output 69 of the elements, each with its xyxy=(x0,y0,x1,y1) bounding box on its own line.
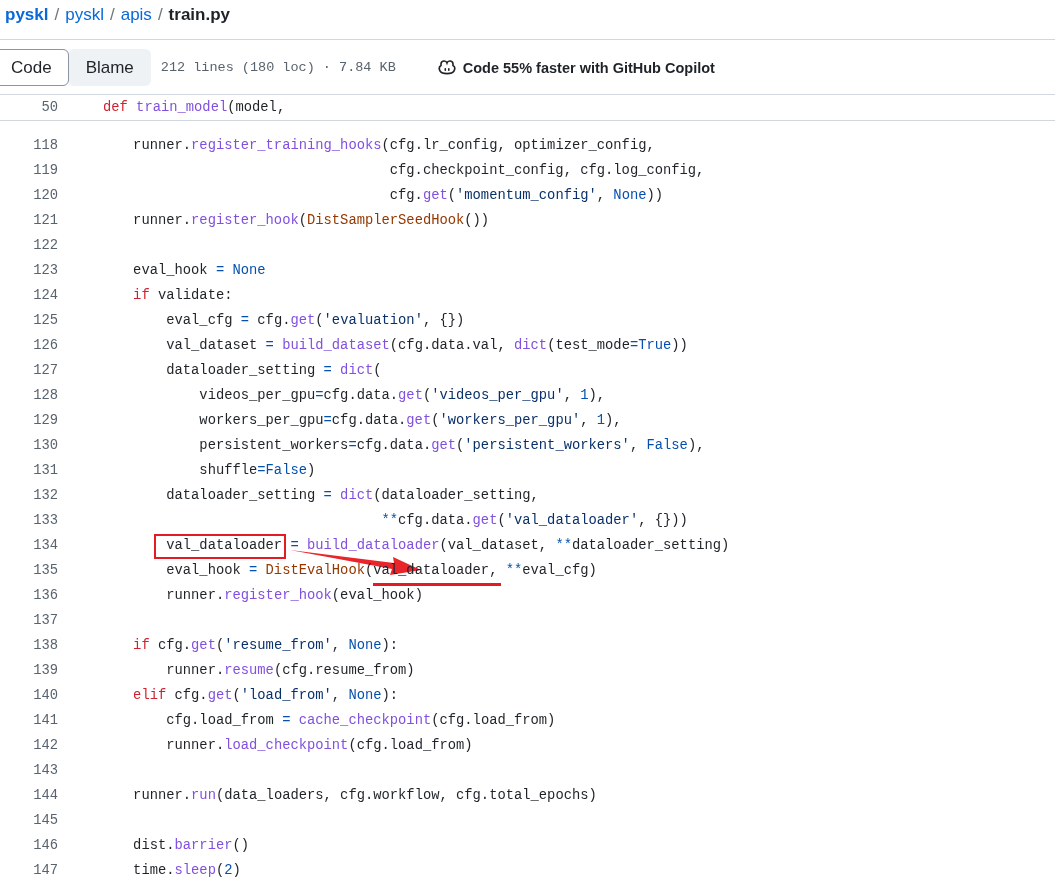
line-number: 139 xyxy=(32,663,58,678)
code-line: **cfg.data.get('val_dataloader', {})) xyxy=(380,513,688,528)
path-separator: / xyxy=(157,4,163,26)
file-name: train.py xyxy=(168,4,230,26)
line-number: 118 xyxy=(32,138,58,153)
copilot-icon xyxy=(437,59,456,76)
code-line: cfg.checkpoint_config, cfg.log_config, xyxy=(388,163,705,178)
code-line: dataloader_setting = dict( xyxy=(165,363,382,378)
line-number: 146 xyxy=(32,838,58,853)
code-line: runner.load_checkpoint(cfg.load_from) xyxy=(165,738,473,753)
line-number: 129 xyxy=(32,413,58,428)
line-number: 145 xyxy=(32,813,58,828)
code-line: persistent_workers=cfg.data.get('persistent_workers', False), xyxy=(198,438,705,453)
code-line: runner.register_training_hooks(cfg.lr_config, optimizer_config, xyxy=(132,138,655,153)
code-line: time.sleep(2) xyxy=(132,863,241,878)
line-number: 134 xyxy=(32,538,58,553)
code-line: shuffle=False) xyxy=(198,463,316,478)
breadcrumb-link[interactable]: pyskl xyxy=(65,2,104,28)
code-line: eval_hook = None xyxy=(132,263,266,278)
view-tab[interactable]: Blame xyxy=(68,49,151,86)
line-number: 125 xyxy=(32,313,58,328)
code-line: dist.barrier() xyxy=(132,838,250,853)
line-number: 128 xyxy=(32,388,58,403)
code-line: if validate: xyxy=(132,288,233,303)
line-number: 142 xyxy=(32,738,58,753)
view-tab[interactable]: Code xyxy=(0,49,69,86)
code-line: def train_model(model, xyxy=(103,100,286,115)
path-separator: / xyxy=(109,4,115,26)
line-number: 127 xyxy=(32,363,58,378)
path-separator: / xyxy=(54,4,60,26)
code-line: elif cfg.get('load_from', None): xyxy=(132,688,399,703)
line-number: 124 xyxy=(32,288,58,303)
line-number: 123 xyxy=(32,263,58,278)
line-number: 137 xyxy=(32,613,58,628)
code-line: videos_per_gpu=cfg.data.get('videos_per_gpu', 1), xyxy=(198,388,606,403)
line-number: 126 xyxy=(32,338,58,353)
line-number: 143 xyxy=(32,763,58,778)
copilot-link[interactable]: Code 55% faster with GitHub Copilot xyxy=(462,59,715,76)
code-line: runner.register_hook(DistSamplerSeedHook()) xyxy=(132,213,490,228)
code-line: if cfg.get('resume_from', None): xyxy=(132,638,399,653)
line-number: 147 xyxy=(32,863,58,878)
code-line: cfg.get('momentum_config', None)) xyxy=(388,188,664,203)
file-info: 212 lines (180 loc) · 7.84 KB xyxy=(160,60,396,75)
line-number: 121 xyxy=(32,213,58,228)
code-line: runner.run(data_loaders, cfg.workflow, cfg.total_epochs) xyxy=(132,788,597,803)
line-number: 130 xyxy=(32,438,58,453)
line-number: 50 xyxy=(40,100,58,115)
code-line: cfg.load_from = cache_checkpoint(cfg.load_from) xyxy=(165,713,556,728)
code-line: runner.resume(cfg.resume_from) xyxy=(165,663,415,678)
line-number: 122 xyxy=(32,238,58,253)
line-number: 135 xyxy=(32,563,58,578)
line-number: 138 xyxy=(32,638,58,653)
code-line: eval_cfg = cfg.get('evaluation', {}) xyxy=(165,313,465,328)
line-number: 136 xyxy=(32,588,58,603)
line-number: 131 xyxy=(32,463,58,478)
line-number: 120 xyxy=(32,188,58,203)
line-number: 133 xyxy=(32,513,58,528)
line-number: 144 xyxy=(32,788,58,803)
line-number: 141 xyxy=(32,713,58,728)
line-number: 119 xyxy=(32,163,58,178)
breadcrumb-link[interactable]: pyskl xyxy=(5,2,49,28)
code-line: val_dataset = build_dataset(cfg.data.val, dict(test_mode=True)) xyxy=(165,338,688,353)
line-number: 132 xyxy=(32,488,58,503)
code-line: val_dataloader = build_dataloader(val_dataset, **dataloader_setting) xyxy=(165,538,730,553)
code-line: workers_per_gpu=cfg.data.get('workers_per_gpu', 1), xyxy=(198,413,622,428)
breadcrumb-link[interactable]: apis xyxy=(120,2,152,28)
line-number: 140 xyxy=(32,688,58,703)
code-line: runner.register_hook(eval_hook) xyxy=(165,588,423,603)
code-line: dataloader_setting = dict(dataloader_setting, xyxy=(165,488,539,503)
